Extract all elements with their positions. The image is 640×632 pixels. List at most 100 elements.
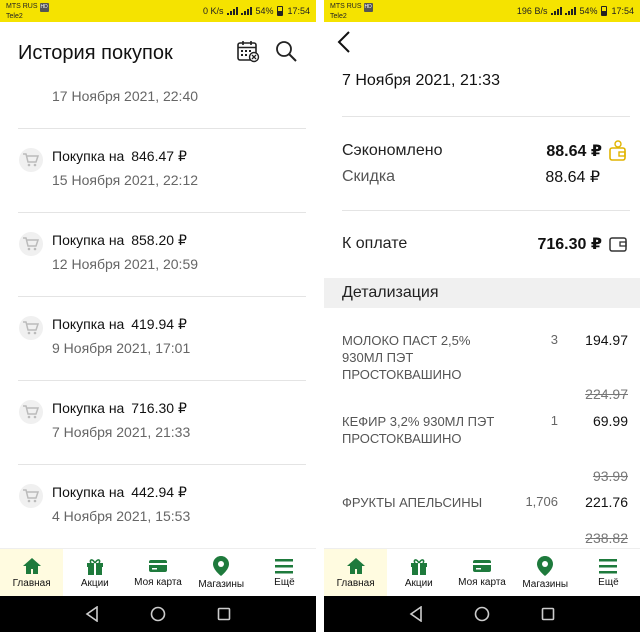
purchase-date: 7 Ноября 2021, 21:33 bbox=[52, 424, 191, 440]
home-icon bbox=[22, 557, 41, 574]
purchase-row[interactable]: Покупка на 716.30 ₽ 7 Ноября 2021, 21:33 bbox=[0, 380, 316, 464]
app-header: История покупок bbox=[0, 22, 316, 84]
network-speed: 0 K/s bbox=[202, 6, 224, 16]
status-bar: MTS RUS HD Tele2 0 K/s 54% 17:54 bbox=[0, 0, 316, 22]
item-price: 69.99 bbox=[592, 413, 628, 429]
recents-square-icon[interactable] bbox=[217, 607, 231, 621]
nav-label: Акции bbox=[404, 577, 433, 589]
to-pay-row: К оплате 716.30 ₽ bbox=[342, 234, 628, 254]
item-name: ФРУКТЫ АПЕЛЬСИНЫ bbox=[342, 495, 483, 510]
nav-item-promos[interactable]: Акции bbox=[387, 549, 450, 596]
nav-item-more[interactable]: Ещё bbox=[253, 549, 316, 596]
calendar-icon[interactable] bbox=[236, 39, 260, 68]
card-icon bbox=[149, 559, 167, 572]
home-circle-icon[interactable] bbox=[150, 606, 166, 622]
nav-item-promos[interactable]: Акции bbox=[63, 549, 126, 596]
saved-value: 88.64 ₽ bbox=[546, 143, 602, 160]
purchase-row[interactable]: Покупка на 442.94 ₽ 4 Ноября 2021, 15:53 bbox=[0, 464, 316, 548]
piggy-wallet-icon bbox=[609, 140, 626, 161]
nav-item-my-card[interactable]: Моя карта bbox=[450, 549, 513, 596]
purchase-amount: 442.94 ₽ bbox=[131, 484, 187, 500]
menu-icon bbox=[275, 558, 294, 573]
purchase-label: Покупка на bbox=[52, 316, 125, 332]
cart-icon bbox=[19, 400, 43, 424]
item-qty: 1 bbox=[550, 413, 558, 428]
item-qty: 3 bbox=[550, 332, 558, 347]
nav-label: Моя карта bbox=[458, 576, 506, 588]
to-pay-label: К оплате bbox=[342, 235, 408, 252]
clock: 17:54 bbox=[611, 6, 634, 16]
map-pin-icon bbox=[213, 555, 230, 576]
details-section-header: Детализация bbox=[324, 278, 640, 308]
search-icon[interactable] bbox=[274, 39, 298, 68]
recents-square-icon[interactable] bbox=[541, 607, 555, 621]
map-pin-icon bbox=[537, 555, 554, 576]
battery-icon bbox=[277, 6, 284, 16]
purchase-row[interactable]: Покупка на 858.20 ₽ 12 Ноября 2021, 20:5… bbox=[0, 212, 316, 296]
discount-value: 88.64 ₽ bbox=[545, 169, 600, 186]
nav-item-stores[interactable]: Магазины bbox=[514, 549, 577, 596]
purchase-row[interactable]: Покупка на 419.94 ₽ 9 Ноября 2021, 17:01 bbox=[0, 296, 316, 380]
gift-icon bbox=[86, 558, 103, 575]
nav-label: Моя карта bbox=[134, 576, 182, 588]
purchase-list[interactable]: 17 Ноября 2021, 22:40 Покупка на 846.47 … bbox=[0, 84, 316, 548]
clock: 17:54 bbox=[287, 6, 310, 16]
purchase-date: 15 Ноября 2021, 22:12 bbox=[52, 172, 199, 188]
item-qty: 1,706 bbox=[525, 494, 558, 509]
purchase-datetime: 7 Ноября 2021, 21:33 bbox=[342, 72, 500, 89]
purchase-label: Покупка на bbox=[52, 484, 125, 500]
purchase-date: 4 Ноября 2021, 15:53 bbox=[52, 508, 191, 524]
purchase-date: 9 Ноября 2021, 17:01 bbox=[52, 340, 191, 356]
nav-item-more[interactable]: Ещё bbox=[577, 549, 640, 596]
battery-percent: 54% bbox=[255, 6, 274, 16]
purchase-amount: 716.30 ₽ bbox=[131, 400, 187, 416]
nav-item-stores[interactable]: Магазины bbox=[190, 549, 253, 596]
signal-icon-2 bbox=[565, 7, 577, 15]
cart-icon bbox=[19, 148, 43, 172]
page-title: История покупок bbox=[18, 41, 173, 64]
to-pay-value: 716.30 ₽ bbox=[537, 236, 602, 253]
nav-label: Ещё bbox=[274, 576, 295, 588]
status-bar: MTS RUS HD Tele2 196 B/s 54% 17:54 bbox=[324, 0, 640, 22]
carrier-name-2: Tele2 bbox=[6, 12, 23, 20]
discount-label: Скидка bbox=[342, 168, 396, 185]
back-arrow-icon[interactable] bbox=[336, 30, 354, 59]
wallet-icon bbox=[609, 237, 627, 252]
gift-icon bbox=[410, 558, 427, 575]
purchase-row[interactable]: Покупка на 846.47 ₽ 15 Ноября 2021, 22:1… bbox=[0, 128, 316, 212]
home-circle-icon[interactable] bbox=[474, 606, 490, 622]
nav-item-my-card[interactable]: Моя карта bbox=[126, 549, 189, 596]
card-icon bbox=[473, 559, 491, 572]
item-price: 221.76 bbox=[585, 494, 628, 510]
purchase-amount: 419.94 ₽ bbox=[131, 316, 187, 332]
signal-icon-2 bbox=[241, 7, 253, 15]
purchase-date: 17 Ноября 2021, 22:40 bbox=[52, 88, 199, 104]
menu-icon bbox=[599, 558, 618, 573]
purchase-history-screen: MTS RUS HD Tele2 0 K/s 54% 17:54 История … bbox=[0, 0, 316, 632]
saved-row: Сэкономлено 88.64 ₽ bbox=[342, 140, 628, 162]
carrier-name-2: Tele2 bbox=[330, 12, 347, 20]
signal-icon bbox=[227, 7, 239, 15]
item-price: 194.97 bbox=[585, 332, 628, 348]
discount-row: Скидка 88.64 ₽ bbox=[342, 167, 628, 187]
signal-icon bbox=[551, 7, 563, 15]
purchase-label: Покупка на bbox=[52, 232, 125, 248]
purchase-label: Покупка на bbox=[52, 400, 125, 416]
nav-label: Главная bbox=[336, 577, 375, 589]
bottom-nav: Главная Акции Моя карта Магазины Ещё bbox=[0, 548, 316, 596]
purchase-amount: 846.47 ₽ bbox=[131, 148, 187, 164]
item-old-price: 238.82 bbox=[585, 530, 628, 546]
carrier-name: MTS RUS bbox=[6, 2, 38, 10]
nav-item-home[interactable]: Главная bbox=[324, 549, 388, 596]
purchase-label: Покупка на bbox=[52, 148, 125, 164]
saved-label: Сэкономлено bbox=[342, 142, 443, 159]
nav-label: Главная bbox=[12, 577, 51, 589]
nav-item-home[interactable]: Главная bbox=[0, 549, 64, 596]
item-name: КЕФИР 3,2% 930МЛ ПЭТ ПРОСТОКВАШИНО bbox=[342, 414, 495, 446]
carrier-name: MTS RUS bbox=[330, 2, 362, 10]
back-triangle-icon[interactable] bbox=[85, 606, 99, 622]
back-triangle-icon[interactable] bbox=[409, 606, 423, 622]
purchase-amount: 858.20 ₽ bbox=[131, 232, 187, 248]
system-nav-bar bbox=[0, 596, 316, 632]
cart-icon bbox=[19, 232, 43, 256]
